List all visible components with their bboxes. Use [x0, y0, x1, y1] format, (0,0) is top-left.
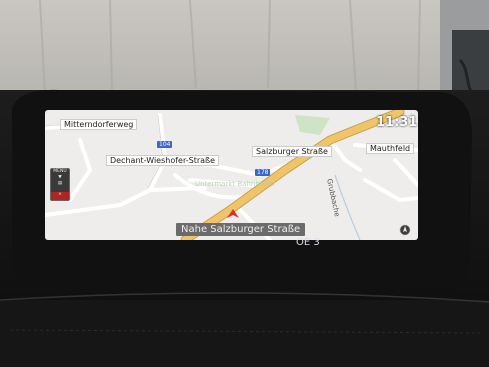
current-street-label: Nahe Salzburger Straße [176, 223, 306, 236]
street-label-mauthfeld: Mauthfeld [366, 143, 415, 154]
road-badge-104: 104 [157, 141, 173, 148]
menu-close-icon: × [51, 192, 69, 200]
dashboard-lower-trim [0, 300, 489, 367]
photo-scene: Untermarkt Bahnhofstr [0, 0, 489, 367]
menu-button-label: MENU [53, 169, 67, 174]
road-badge-178: 178 [255, 169, 271, 176]
menu-button[interactable]: MENU ▼ ▤ × [50, 168, 70, 201]
street-label-salzburger: Salzburger Straße [252, 146, 332, 157]
faded-place-label: Untermarkt Bahnhofstr [195, 180, 276, 188]
menu-grid-icon: ▤ [57, 181, 63, 186]
street-label-mitterndorferweg: Mitterndorferweg [60, 119, 138, 130]
clock: 11:31 [376, 115, 418, 130]
radio-station-label: OE 3 [296, 237, 320, 248]
street-label-dechant-wieshofer: Dechant-Wieshofer-Straße [106, 155, 220, 166]
